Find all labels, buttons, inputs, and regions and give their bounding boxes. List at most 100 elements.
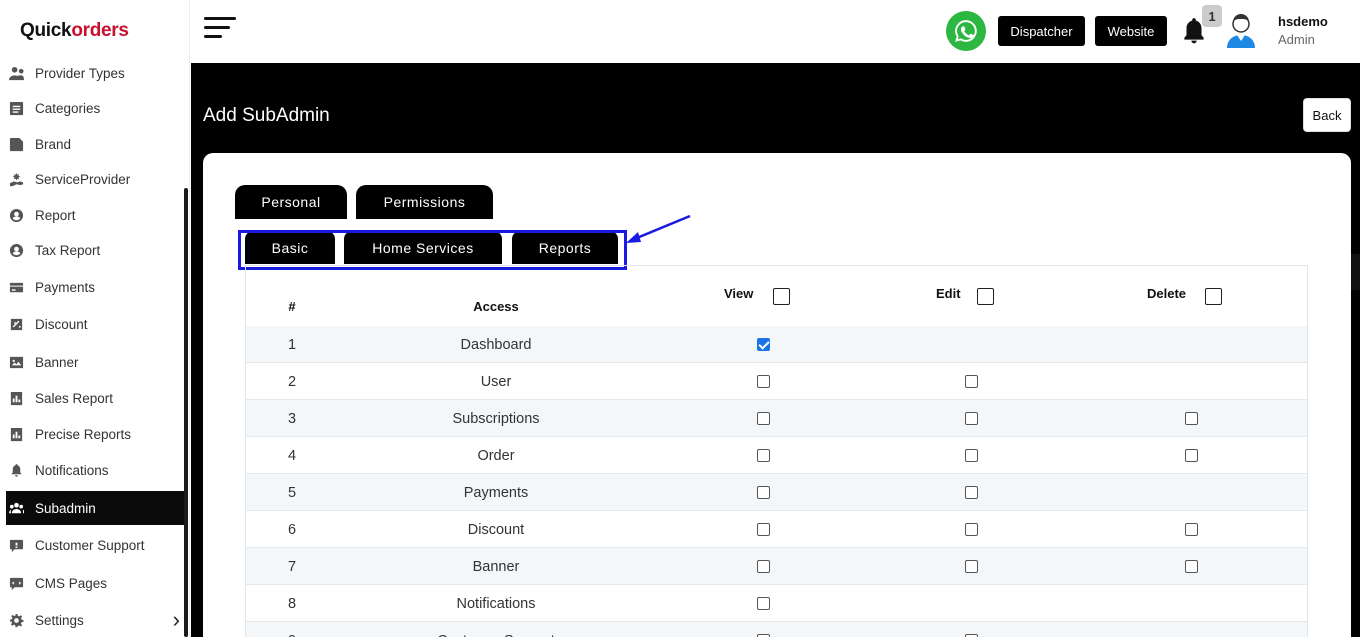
row-access-name: Customer Support [396, 622, 596, 637]
chart-icon [8, 390, 24, 406]
view-permission-checkbox[interactable] [757, 412, 770, 425]
annotation-highlight-box [238, 230, 627, 270]
table-row: 5 Payments [246, 474, 1307, 511]
sidebar-item-notifications[interactable]: Notifications [6, 453, 186, 487]
view-permission-checkbox[interactable] [757, 449, 770, 462]
delete-permission-checkbox[interactable] [1185, 560, 1198, 573]
sidebar-item-categories[interactable]: Categories [6, 91, 186, 125]
delete-cell [1164, 548, 1219, 585]
row-access-name: Dashboard [460, 336, 532, 353]
hand-service-icon [8, 171, 24, 187]
view-permission-checkbox[interactable] [757, 486, 770, 499]
sidebar-item-label: Customer Support [35, 537, 145, 553]
view-permission-checkbox[interactable] [757, 523, 770, 536]
row-number: 1 [287, 336, 297, 353]
sidebar-item-cms-pages[interactable]: CMS Pages [6, 566, 186, 600]
edit-cell [944, 400, 999, 437]
table-row: 4 Order [246, 437, 1307, 474]
view-cell [736, 363, 791, 400]
sidebar-item-sales-report[interactable]: Sales Report [6, 381, 186, 415]
sidebar-item-label: ServiceProvider [35, 171, 131, 187]
code-icon [8, 575, 24, 591]
sidebar-item-tax-report[interactable]: Tax Report [6, 233, 186, 267]
delete-permission-checkbox[interactable] [1185, 523, 1198, 536]
sidebar-item-settings[interactable]: Settings › [6, 603, 186, 637]
tab-permissions[interactable]: Permissions [356, 185, 493, 219]
edit-permission-checkbox[interactable] [965, 523, 978, 536]
row-number: 2 [287, 373, 297, 390]
chevron-right-icon[interactable]: › [173, 607, 180, 633]
edit-cell [944, 437, 999, 474]
sidebar-item-banner[interactable]: Banner [6, 345, 186, 379]
sidebar-item-label: Settings [35, 612, 84, 628]
website-button[interactable]: Website [1095, 16, 1167, 46]
bell-icon [8, 462, 24, 478]
sidebar-item-label: Precise Reports [35, 426, 132, 442]
view-cell [736, 622, 791, 637]
edit-permission-checkbox[interactable] [965, 375, 978, 388]
sidebar-item-customer-support[interactable]: Customer Support [6, 528, 186, 562]
row-access-name: Notifications [456, 595, 536, 612]
col-header-delete: Delete [1147, 286, 1187, 301]
whatsapp-icon[interactable] [946, 11, 986, 51]
edit-cell [944, 622, 999, 637]
delete-permission-checkbox[interactable] [1185, 449, 1198, 462]
page-title: Add SubAdmin [203, 105, 330, 126]
gear-icon [8, 612, 24, 628]
dispatcher-button[interactable]: Dispatcher [998, 16, 1085, 46]
sidebar-item-label: Categories [35, 100, 101, 116]
chart-icon [8, 426, 24, 442]
edit-cell [944, 548, 999, 585]
sidebar-item-subadmin[interactable]: Subadmin [6, 491, 186, 525]
delete-all-checkbox[interactable] [1205, 288, 1222, 305]
delete-cell [1164, 511, 1219, 548]
menu-toggle-icon[interactable] [204, 17, 236, 43]
sidebar-item-serviceprovider[interactable]: ServiceProvider [6, 162, 186, 196]
view-all-checkbox[interactable] [773, 288, 790, 305]
view-cell [736, 474, 791, 511]
brand-logo[interactable]: Quickorders [20, 20, 129, 42]
row-access-name: Payments [463, 484, 529, 501]
discount-icon [8, 316, 24, 332]
row-access-name: User [480, 373, 512, 390]
report-icon [8, 207, 24, 223]
sidebar-item-label: Banner [35, 354, 79, 370]
delete-permission-checkbox[interactable] [1185, 412, 1198, 425]
sidebar-item-payments[interactable]: Payments [6, 270, 186, 304]
row-number: 8 [287, 595, 297, 612]
sidebar-item-label: Report [35, 207, 76, 223]
table-row: 9 Customer Support [246, 622, 1307, 637]
table-row: 3 Subscriptions [246, 400, 1307, 437]
edit-permission-checkbox[interactable] [965, 560, 978, 573]
sidebar-item-provider-types[interactable]: Provider Types [6, 56, 186, 90]
sidebar-item-precise-reports[interactable]: Precise Reports [6, 417, 186, 451]
edit-permission-checkbox[interactable] [965, 412, 978, 425]
top-header: Dispatcher Website 1 hsdemo Admin [191, 0, 1360, 63]
view-cell [736, 437, 791, 474]
view-permission-checkbox[interactable] [757, 375, 770, 388]
sidebar-item-report[interactable]: Report [6, 198, 186, 232]
edit-permission-checkbox[interactable] [965, 486, 978, 499]
sidebar: Quickorders Provider Types Categories Bran… [0, 0, 190, 637]
edit-permission-checkbox[interactable] [965, 449, 978, 462]
row-access-name: Banner [472, 558, 520, 575]
tab-personal[interactable]: Personal [235, 185, 347, 219]
row-number: 5 [287, 484, 297, 501]
view-permission-checkbox[interactable] [757, 338, 770, 351]
edit-all-checkbox[interactable] [977, 288, 994, 305]
payments-icon [8, 279, 24, 295]
sidebar-item-brand[interactable]: Brand [6, 127, 186, 161]
user-avatar[interactable] [1225, 12, 1257, 48]
back-button[interactable]: Back [1303, 98, 1351, 132]
view-permission-checkbox[interactable] [757, 597, 770, 610]
sidebar-item-discount[interactable]: Discount [6, 307, 186, 341]
col-header-view: View [724, 286, 754, 301]
view-cell [736, 326, 791, 363]
view-permission-checkbox[interactable] [757, 560, 770, 573]
sidebar-item-label: CMS Pages [35, 575, 108, 591]
sidebar-scrollbar[interactable] [184, 188, 188, 637]
table-row: 7 Banner [246, 548, 1307, 585]
tax-report-icon [8, 242, 24, 258]
view-cell [736, 511, 791, 548]
view-cell [736, 585, 791, 622]
